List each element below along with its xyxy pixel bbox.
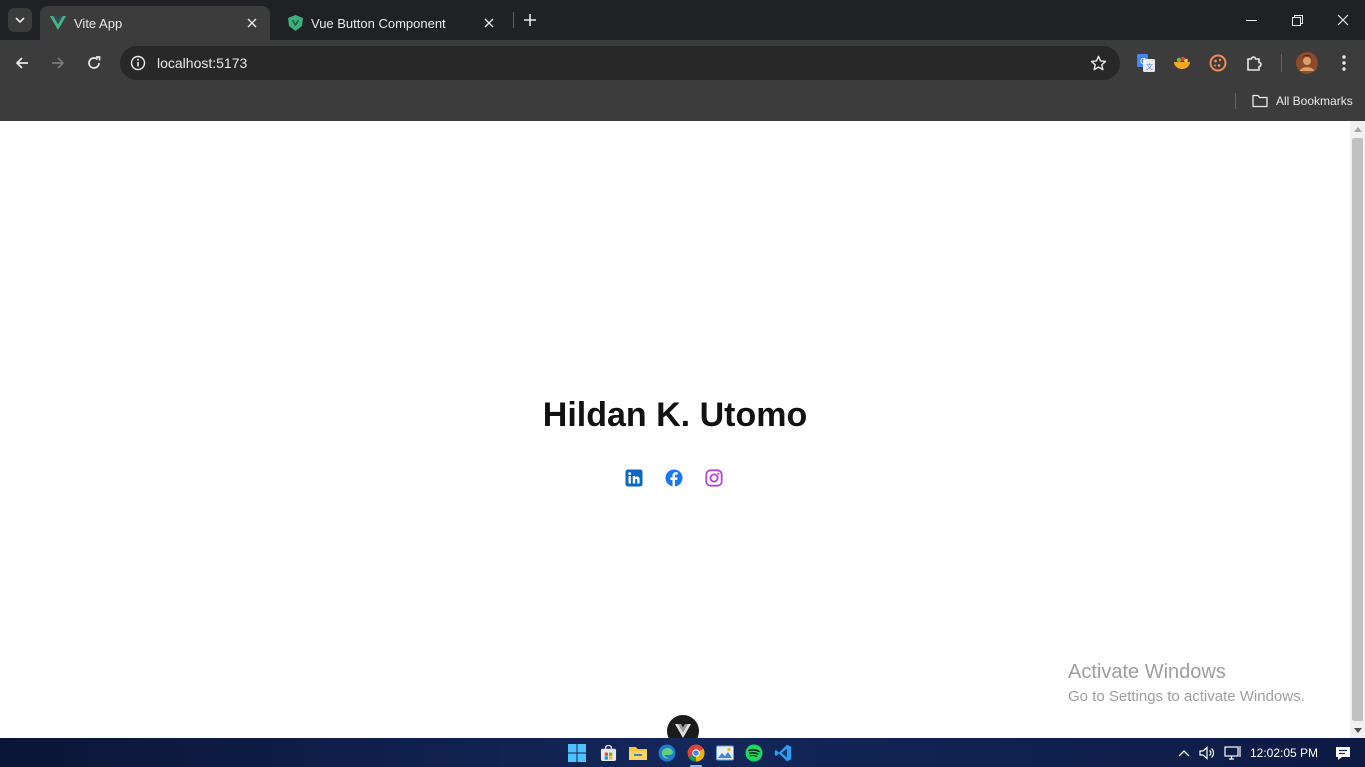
arrow-left-icon	[15, 57, 28, 69]
facebook-icon	[665, 469, 683, 487]
page-heading: Hildan K. Utomo	[542, 396, 808, 434]
tab-title: Vite App	[74, 15, 123, 31]
plus-icon	[524, 14, 536, 26]
tab-strip: Vite App Vue Button Component	[0, 0, 1365, 40]
browser-toolbar: localhost:5173 G文	[0, 40, 1365, 86]
watermark-title: Activate Windows	[1068, 661, 1226, 683]
taskbar-store[interactable]	[597, 742, 619, 764]
chat-bubble-icon	[1336, 746, 1350, 760]
edge-icon	[658, 744, 676, 762]
restore-button[interactable]	[1274, 0, 1320, 40]
toolbar-divider	[1281, 54, 1282, 72]
instagram-link[interactable]	[704, 468, 724, 488]
network-monitor-icon	[1224, 746, 1241, 760]
svg-text:文: 文	[1146, 62, 1153, 71]
bowl-extension-icon[interactable]	[1170, 51, 1194, 75]
vue-logo-icon	[675, 724, 691, 738]
taskbar-spotify[interactable]	[743, 742, 765, 764]
restore-icon	[1291, 14, 1303, 26]
file-explorer-icon	[629, 747, 647, 760]
forward-button[interactable]	[44, 49, 72, 77]
taskbar-file-explorer[interactable]	[627, 742, 649, 764]
bookmarks-bar: All Bookmarks	[0, 86, 1365, 121]
show-hidden-icons-button[interactable]	[1174, 742, 1194, 764]
linkedin-link[interactable]	[624, 468, 644, 488]
back-button[interactable]	[8, 49, 36, 77]
reload-button[interactable]	[80, 49, 108, 77]
chevron-down-icon	[15, 17, 25, 24]
scrollbar-thumb[interactable]	[1352, 138, 1363, 721]
address-bar[interactable]: localhost:5173	[120, 46, 1120, 80]
new-tab-button[interactable]	[519, 9, 541, 31]
taskbar-vscode[interactable]	[772, 742, 794, 764]
profile-avatar-icon[interactable]	[1295, 51, 1319, 75]
arrow-right-icon	[52, 57, 65, 69]
page-scrollbar[interactable]	[1350, 121, 1365, 738]
start-button[interactable]	[566, 742, 588, 764]
all-bookmarks-label: All Bookmarks	[1276, 94, 1353, 108]
chevron-up-icon	[1178, 750, 1190, 757]
cookie-extension-icon[interactable]	[1206, 51, 1230, 75]
taskbar-clock[interactable]: 12:02:05 PM	[1250, 746, 1318, 760]
instagram-icon	[705, 469, 723, 487]
all-bookmarks-button[interactable]: All Bookmarks	[1252, 92, 1353, 110]
vscode-icon	[774, 744, 792, 762]
bookmarks-divider	[1235, 93, 1236, 109]
reload-icon	[88, 56, 101, 69]
close-icon	[1337, 14, 1349, 26]
browser-menu-button[interactable]	[1332, 51, 1356, 75]
network-button[interactable]	[1223, 742, 1243, 764]
bookmark-star-icon[interactable]	[1088, 53, 1108, 73]
folder-icon	[1252, 94, 1268, 108]
store-icon	[600, 744, 616, 761]
facebook-link[interactable]	[664, 468, 684, 488]
tab-divider	[513, 12, 514, 28]
notifications-button[interactable]	[1333, 742, 1353, 764]
spotify-icon	[745, 744, 763, 762]
more-vertical-icon	[1342, 55, 1346, 71]
tab-title: Vue Button Component	[311, 15, 446, 31]
linkedin-icon	[625, 469, 643, 487]
watermark-subtitle: Go to Settings to activate Windows.	[1068, 688, 1305, 705]
taskbar-chrome[interactable]	[685, 742, 707, 767]
close-window-button[interactable]	[1320, 0, 1365, 40]
page-viewport: Hildan K. Utomo Activate Windows Go to S…	[0, 121, 1350, 747]
tab-vue-button-component[interactable]: Vue Button Component	[277, 6, 507, 40]
close-tab-icon[interactable]	[481, 15, 497, 31]
speaker-icon	[1199, 746, 1215, 760]
photos-icon	[716, 745, 734, 761]
windows-start-icon	[568, 744, 586, 762]
activate-windows-watermark: Activate Windows Go to Settings to activ…	[1068, 661, 1305, 705]
chrome-icon	[687, 744, 705, 762]
google-translate-extension-icon[interactable]: G文	[1134, 51, 1158, 75]
windows-taskbar: 12:02:05 PM	[0, 738, 1365, 767]
minimize-icon	[1245, 19, 1257, 21]
close-tab-icon[interactable]	[244, 15, 260, 31]
tab-search-button[interactable]	[8, 8, 32, 32]
extensions-puzzle-icon[interactable]	[1242, 51, 1266, 75]
shield-icon	[287, 15, 303, 31]
taskbar-photos[interactable]	[714, 742, 736, 764]
url-text[interactable]: localhost:5173	[157, 55, 247, 71]
site-info-icon[interactable]	[128, 53, 148, 73]
scroll-down-arrow-icon[interactable]	[1350, 723, 1365, 738]
tab-vite-app[interactable]: Vite App	[40, 6, 270, 40]
scroll-up-arrow-icon[interactable]	[1350, 121, 1365, 136]
taskbar-edge[interactable]	[656, 742, 678, 764]
minimize-button[interactable]	[1228, 0, 1274, 40]
volume-button[interactable]	[1198, 742, 1218, 764]
vue-logo-icon	[50, 15, 66, 31]
